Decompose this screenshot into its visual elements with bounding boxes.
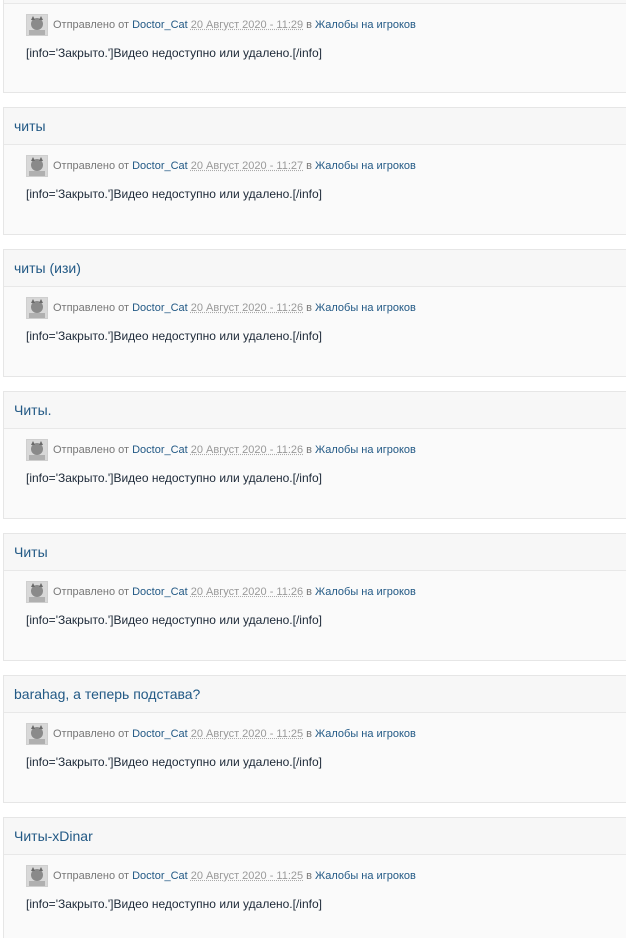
- post-meta: Отправлено от Doctor_Cat 20 Август 2020 …: [26, 153, 626, 179]
- posted-by-label: Отправлено от: [53, 870, 130, 882]
- forum-link[interactable]: Жалобы на игроков: [315, 302, 416, 314]
- author-link[interactable]: Doctor_Cat: [132, 302, 188, 314]
- post-date: 20 Август 2020 - 11:27: [190, 160, 304, 172]
- user-avatar[interactable]: [26, 723, 48, 745]
- in-label: в: [306, 586, 312, 598]
- post-title-link[interactable]: barahag, а теперь подстава?: [4, 676, 626, 713]
- post-meta: Отправлено от Doctor_Cat 20 Август 2020 …: [26, 863, 626, 889]
- forum-link[interactable]: Жалобы на игроков: [315, 160, 416, 172]
- posted-by-label: Отправлено от: [53, 19, 130, 31]
- author-link[interactable]: Doctor_Cat: [132, 586, 188, 598]
- post-date: 20 Август 2020 - 11:25: [190, 728, 304, 740]
- post-meta: Отправлено от Doctor_Cat 20 Август 2020 …: [26, 295, 626, 321]
- post-content: [info='Закрыто.']Видео недоступно или уд…: [26, 46, 322, 60]
- post-title-link[interactable]: Читы-xDinar: [4, 818, 626, 855]
- post-meta: Отправлено от Doctor_Cat 20 Август 2020 …: [26, 721, 626, 747]
- posted-by-label: Отправлено от: [53, 302, 130, 314]
- posted-by-label: Отправлено от: [53, 728, 130, 740]
- post-title-link[interactable]: Читы: [4, 534, 626, 571]
- post-meta: Отправлено от Doctor_Cat 20 Август 2020 …: [26, 12, 626, 38]
- post-content: [info='Закрыто.']Видео недоступно или уд…: [26, 613, 322, 627]
- post-title-link[interactable]: читы (изи): [4, 250, 626, 287]
- post-content: [info='Закрыто.']Видео недоступно или уд…: [26, 471, 322, 485]
- user-avatar[interactable]: [26, 297, 48, 319]
- forum-link[interactable]: Жалобы на игроков: [315, 870, 416, 882]
- author-link[interactable]: Doctor_Cat: [132, 160, 188, 172]
- user-avatar[interactable]: [26, 155, 48, 177]
- post-content: [info='Закрыто.']Видео недоступно или уд…: [26, 329, 322, 343]
- post-card: читы (изи) Отправлено от Doctor_Cat 20 А…: [3, 249, 626, 377]
- author-link[interactable]: Doctor_Cat: [132, 444, 188, 456]
- in-label: в: [306, 444, 312, 456]
- author-link[interactable]: Doctor_Cat: [132, 870, 188, 882]
- in-label: в: [306, 302, 312, 314]
- in-label: в: [306, 728, 312, 740]
- user-avatar[interactable]: [26, 581, 48, 603]
- author-link[interactable]: Doctor_Cat: [132, 19, 188, 31]
- post-card: Читы Отправлено от Doctor_Cat 20 Август …: [3, 533, 626, 661]
- post-meta: Отправлено от Doctor_Cat 20 Август 2020 …: [26, 579, 626, 605]
- forum-link[interactable]: Жалобы на игроков: [315, 444, 416, 456]
- post-content: [info='Закрыто.']Видео недоступно или уд…: [26, 897, 322, 911]
- post-title-link[interactable]: читы: [4, 108, 626, 145]
- post-content: [info='Закрыто.']Видео недоступно или уд…: [26, 187, 322, 201]
- post-date: 20 Август 2020 - 11:26: [190, 586, 304, 598]
- user-avatar[interactable]: [26, 865, 48, 887]
- posted-by-label: Отправлено от: [53, 444, 130, 456]
- user-avatar[interactable]: [26, 439, 48, 461]
- search-results-feed: Отправлено от Doctor_Cat 20 Август 2020 …: [0, 0, 626, 938]
- post-date: 20 Август 2020 - 11:26: [190, 302, 304, 314]
- forum-link[interactable]: Жалобы на игроков: [315, 19, 416, 31]
- post-card: barahag, а теперь подстава? Отправлено о…: [3, 675, 626, 803]
- post-date: 20 Август 2020 - 11:29: [190, 19, 304, 31]
- post-title-link[interactable]: Читы.: [4, 392, 626, 429]
- post-card: читы Отправлено от Doctor_Cat 20 Август …: [3, 107, 626, 235]
- post-meta: Отправлено от Doctor_Cat 20 Август 2020 …: [26, 437, 626, 463]
- in-label: в: [306, 19, 312, 31]
- posted-by-label: Отправлено от: [53, 160, 130, 172]
- post-date: 20 Август 2020 - 11:25: [190, 870, 304, 882]
- post-card: Отправлено от Doctor_Cat 20 Август 2020 …: [3, 0, 626, 93]
- post-date: 20 Август 2020 - 11:26: [190, 444, 304, 456]
- post-card: Читы. Отправлено от Doctor_Cat 20 Август…: [3, 391, 626, 519]
- post-content: [info='Закрыто.']Видео недоступно или уд…: [26, 755, 322, 769]
- post-card: Читы-xDinar Отправлено от Doctor_Cat 20 …: [3, 817, 626, 938]
- author-link[interactable]: Doctor_Cat: [132, 728, 188, 740]
- in-label: в: [306, 870, 312, 882]
- forum-link[interactable]: Жалобы на игроков: [315, 586, 416, 598]
- in-label: в: [306, 160, 312, 172]
- posted-by-label: Отправлено от: [53, 586, 130, 598]
- forum-link[interactable]: Жалобы на игроков: [315, 728, 416, 740]
- user-avatar[interactable]: [26, 14, 48, 36]
